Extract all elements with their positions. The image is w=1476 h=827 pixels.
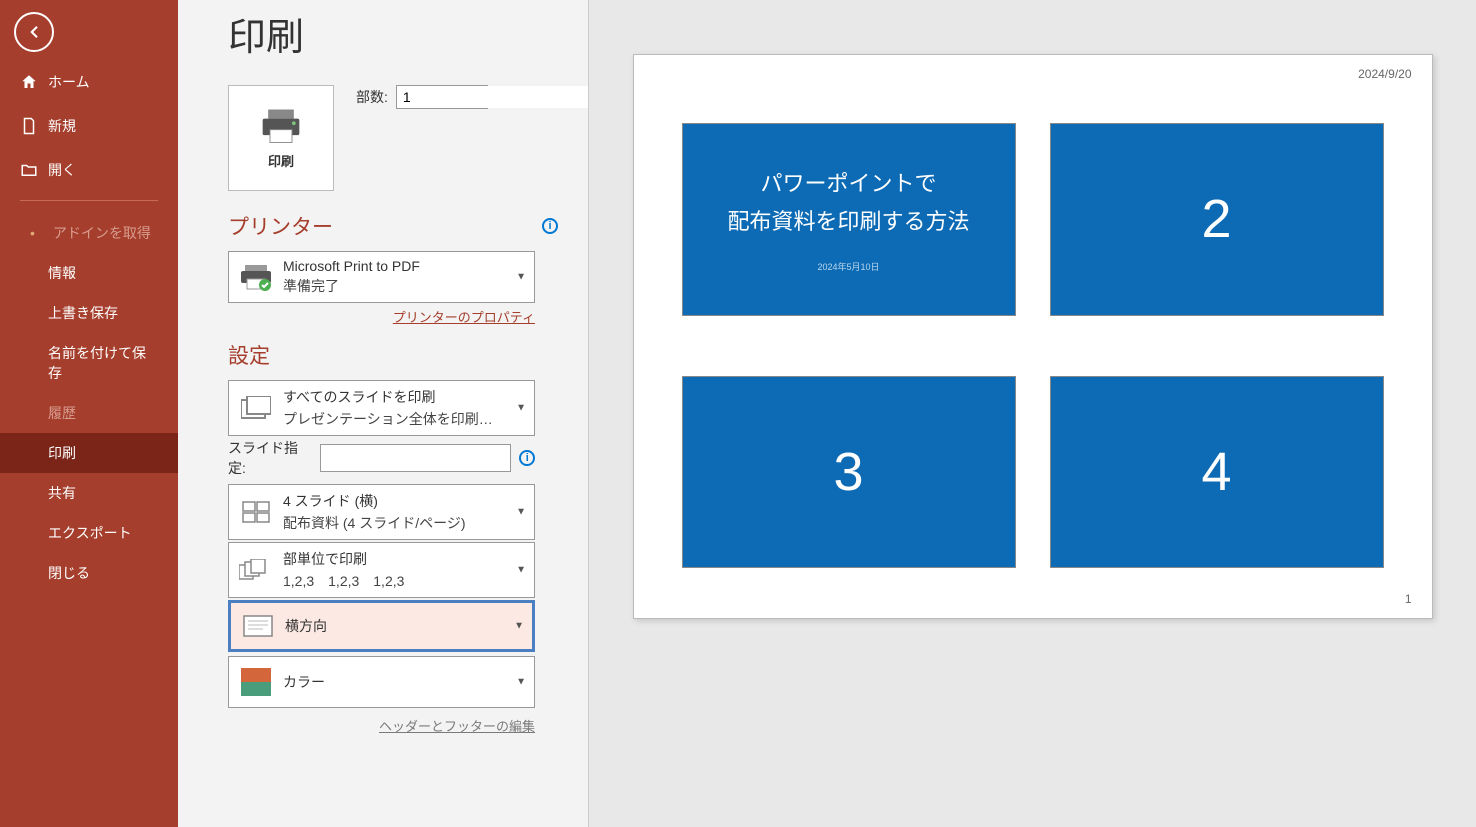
color-dropdown[interactable]: カラー ▼: [228, 656, 535, 708]
preview-page: 2024/9/20 パワーポイントで 配布資料を印刷する方法 2024年5月10…: [633, 54, 1433, 619]
content-area: 印刷 印刷 部数: ▲ ▼: [178, 0, 1476, 827]
printer-info-icon[interactable]: i: [542, 218, 558, 234]
color-icon: [239, 665, 273, 699]
slide-spec-row: スライド指定: i: [228, 438, 535, 478]
nav-addins[interactable]: アドインを取得: [0, 213, 178, 253]
slide-spec-info-icon[interactable]: i: [519, 450, 535, 466]
preview-page-number: 1: [1405, 592, 1412, 606]
layout-dropdown[interactable]: 4 スライド (横) 配布資料 (4 スライド/ページ) ▼: [228, 484, 535, 540]
print-preview-area: 2024/9/20 パワーポイントで 配布資料を印刷する方法 2024年5月10…: [588, 0, 1476, 827]
nav-new[interactable]: 新規: [0, 104, 178, 148]
printer-section-header: プリンター i: [228, 211, 558, 241]
slide-spec-label: スライド指定:: [228, 438, 312, 478]
chevron-down-icon: ▼: [516, 403, 526, 414]
nav-share[interactable]: 共有: [0, 473, 178, 513]
copies-control: 部数: ▲ ▼: [356, 85, 488, 109]
printer-properties-link[interactable]: プリンターのプロパティ: [228, 307, 535, 326]
nav-label: ホーム: [48, 72, 90, 92]
new-doc-icon: [20, 117, 38, 135]
slide-spec-input[interactable]: [320, 444, 511, 472]
nav-saveas[interactable]: 名前を付けて保存: [0, 333, 178, 393]
home-icon: [20, 73, 38, 91]
backstage-sidebar: ホーム 新規 開く アドインを取得 情報 上書き保存 名前を付けて保存 履歴 印…: [0, 0, 178, 827]
preview-slide-2: 2: [1050, 123, 1384, 316]
orientation-landscape-icon: [241, 609, 275, 643]
print-settings-panel: 印刷 印刷 部数: ▲ ▼: [178, 0, 588, 827]
preview-slide-3: 3: [682, 376, 1016, 569]
collate-icon: [239, 553, 273, 587]
nav-save[interactable]: 上書き保存: [0, 293, 178, 333]
chevron-down-icon: ▼: [516, 565, 526, 576]
settings-section-header: 設定: [228, 340, 558, 370]
back-button[interactable]: [14, 12, 54, 52]
nav-close[interactable]: 閉じる: [0, 553, 178, 593]
orientation-dropdown[interactable]: 横方向 ▼: [228, 600, 535, 652]
preview-date: 2024/9/20: [1358, 67, 1411, 81]
nav-home[interactable]: ホーム: [0, 60, 178, 104]
preview-slide-1: パワーポイントで 配布資料を印刷する方法 2024年5月10日: [682, 123, 1016, 316]
copies-spinner[interactable]: ▲ ▼: [396, 85, 488, 109]
layout-4slide-icon: [239, 495, 273, 529]
nav-separator: [20, 200, 158, 201]
copies-input[interactable]: [397, 86, 588, 108]
nav-open[interactable]: 開く: [0, 148, 178, 192]
printer-status-icon: [239, 260, 273, 294]
collate-dropdown[interactable]: 部単位で印刷 1,2,3 1,2,3 1,2,3 ▼: [228, 542, 535, 598]
print-range-dropdown[interactable]: すべてのスライドを印刷 プレゼンテーション全体を印刷… ▼: [228, 380, 535, 436]
preview-slide-4: 4: [1050, 376, 1384, 569]
print-button-label: 印刷: [268, 151, 294, 170]
copies-label: 部数:: [356, 87, 388, 107]
printer-dropdown-text: Microsoft Print to PDF 準備完了: [283, 258, 506, 296]
open-folder-icon: [20, 161, 38, 179]
nav-info[interactable]: 情報: [0, 253, 178, 293]
slides-all-icon: [239, 391, 273, 425]
page-title: 印刷: [228, 6, 558, 61]
print-button[interactable]: 印刷: [228, 85, 334, 191]
chevron-down-icon: ▼: [516, 507, 526, 518]
header-footer-link[interactable]: ヘッダーとフッターの編集: [228, 716, 535, 735]
printer-dropdown[interactable]: Microsoft Print to PDF 準備完了 ▼: [228, 251, 535, 303]
print-action-row: 印刷 部数: ▲ ▼: [228, 85, 558, 191]
nav-history[interactable]: 履歴: [0, 393, 178, 433]
chevron-down-icon: ▼: [516, 272, 526, 283]
nav-export[interactable]: エクスポート: [0, 513, 178, 553]
nav-label: 開く: [48, 160, 76, 180]
back-arrow-icon: [25, 23, 43, 41]
printer-icon: [259, 107, 303, 145]
chevron-down-icon: ▼: [514, 621, 524, 632]
nav-print[interactable]: 印刷: [0, 433, 178, 473]
nav-label: 新規: [48, 116, 76, 136]
chevron-down-icon: ▼: [516, 677, 526, 688]
